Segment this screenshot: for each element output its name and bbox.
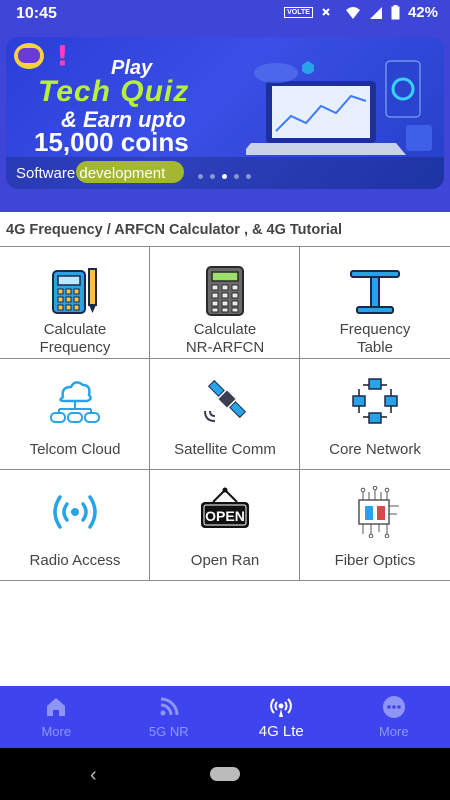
nav-item-more[interactable]: More — [338, 686, 450, 748]
grid-item-frequency-table[interactable]: Frequency Table — [300, 247, 450, 359]
grid-item-calculate-nr-arfcn[interactable]: Calculate NR-ARFCN — [150, 247, 300, 359]
grid-label: Open Ran — [190, 552, 260, 569]
volte-icon: VOLTE — [284, 7, 313, 18]
open-sign-icon: OPEN — [200, 487, 249, 528]
grid-item-core-network[interactable]: Core Network — [300, 359, 450, 470]
system-nav-bar: ‹ — [0, 748, 450, 800]
grid-label: Radio Access — [29, 552, 121, 569]
grid-label: Telcom Cloud — [29, 441, 121, 458]
battery-percent: 42% — [407, 4, 438, 21]
grid-item-radio-access[interactable]: Radio Access — [0, 470, 150, 581]
grid-label-line1: Calculate — [193, 321, 257, 338]
banner-headline: Tech Quiz — [38, 75, 190, 108]
grid-label-line1: Calculate — [43, 321, 107, 338]
promo-banner[interactable]: ! Play Tech Quiz & Earn upto 15,000 coin… — [6, 37, 444, 189]
nav-item-5g-nr[interactable]: 5G NR — [113, 686, 226, 748]
home-icon — [47, 698, 66, 716]
carousel-dot[interactable] — [198, 174, 203, 179]
banner-caption: Software development — [16, 165, 166, 182]
rss-icon — [160, 697, 179, 716]
banner-area: ! Play Tech Quiz & Earn upto 15,000 coin… — [0, 28, 450, 212]
satellite-icon — [203, 379, 246, 422]
carousel-dot[interactable] — [246, 174, 251, 179]
calculator-pencil-icon — [51, 268, 97, 314]
grid-item-calculate-frequency[interactable]: Calculate Frequency — [0, 247, 150, 359]
network-nodes-icon — [352, 378, 398, 424]
grid-label: Satellite Comm — [174, 441, 276, 458]
circuit-board-icon — [358, 486, 399, 538]
carousel-dot[interactable] — [210, 174, 215, 179]
status-icons: VOLTE 42% — [284, 4, 438, 21]
grid-label-line2: NR-ARFCN — [185, 339, 265, 356]
grid-item-telcom-cloud[interactable]: Telcom Cloud — [0, 359, 150, 470]
more-dots-icon — [382, 696, 405, 718]
radio-waves-icon — [52, 495, 97, 529]
status-time: 10:45 — [16, 5, 57, 22]
quiz-bubble-icon — [18, 48, 40, 63]
grid-item-fiber-optics[interactable]: Fiber Optics — [300, 470, 450, 581]
home-pill-button[interactable] — [210, 767, 240, 781]
cloud-network-icon — [49, 381, 100, 423]
bottom-nav: More 5G NR 4G Lte More — [0, 686, 450, 748]
wifi-icon — [345, 6, 360, 19]
radio-tower-icon — [270, 698, 293, 717]
nav-label: 5G NR — [148, 724, 189, 739]
nav-item-4g-lte[interactable]: 4G Lte — [225, 686, 338, 748]
battery-icon — [391, 5, 400, 20]
grid-label: Fiber Optics — [334, 552, 416, 569]
grid-label-line2: Frequency — [39, 339, 111, 356]
section-title: 4G Frequency / ARFCN Calculator , & 4G T… — [6, 222, 342, 238]
cell-signal-icon — [369, 6, 382, 19]
nav-label: More — [41, 724, 72, 739]
nav-label: 4G Lte — [258, 723, 304, 740]
carousel-dots — [198, 174, 251, 179]
table-icon — [350, 270, 400, 314]
grid-label: Core Network — [329, 441, 421, 458]
grid-item-open-ran[interactable]: OPEN Open Ran — [150, 470, 300, 581]
carousel-dot[interactable] — [234, 174, 239, 179]
banner-coins-text: 15,000 coins — [34, 127, 189, 157]
calculator-icon — [205, 266, 244, 316]
laptop-illustration-icon — [246, 60, 432, 155]
signal-x-icon — [322, 7, 330, 16]
carousel-dot[interactable] — [222, 174, 227, 179]
grid-label-line1: Frequency — [339, 321, 411, 338]
nav-label: More — [378, 724, 409, 739]
svg-text:OPEN: OPEN — [205, 508, 245, 524]
feature-grid: Calculate Frequency Calculate NR-ARFCN F… — [0, 246, 450, 581]
back-icon[interactable]: ‹ — [90, 764, 97, 787]
status-bar: 10:45 VOLTE 42% — [0, 0, 450, 28]
nav-item-more-home[interactable]: More — [0, 686, 113, 748]
grid-item-satellite-comm[interactable]: Satellite Comm — [150, 359, 300, 470]
exclamation-icon: ! — [56, 39, 69, 72]
grid-label-line2: Table — [357, 339, 393, 356]
